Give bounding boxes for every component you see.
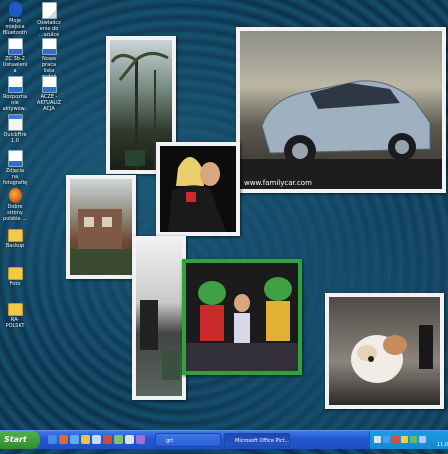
folder-icon-3-shortcut[interactable]: RA-POLSKT bbox=[2, 300, 28, 329]
quickfire-icon bbox=[7, 114, 23, 131]
photo-car[interactable]: www.familycar.com bbox=[236, 27, 446, 193]
desktop-icon-label: Oświadczenie do ...szulce bbox=[37, 20, 61, 38]
quicklaunch-firefox-icon[interactable] bbox=[59, 435, 68, 444]
quicklaunch-app4-icon[interactable] bbox=[136, 435, 145, 444]
doc-icon-3 bbox=[41, 38, 57, 55]
desktop-icon-label: Zdjęcia na fotografię bbox=[2, 168, 28, 186]
taskbar: Start grt Microsoft Office Pict... 11:03 bbox=[0, 430, 448, 449]
desktop-icon-label: RA-POLSKT bbox=[5, 317, 25, 329]
quicklaunch-mail-icon[interactable] bbox=[92, 435, 101, 444]
quicklaunch-desktop-icon[interactable] bbox=[70, 435, 79, 444]
task-label-picture-manager: Microsoft Office Pict... bbox=[235, 438, 290, 444]
doc-icon-1-shortcut[interactable]: Oświadczenie do ...szulce bbox=[36, 2, 62, 38]
quicklaunch-app-icon[interactable] bbox=[103, 435, 112, 444]
house-scene bbox=[70, 209, 132, 275]
desktop-icon-label: QuickFire 1.0 bbox=[3, 132, 27, 144]
desktop-icon-label: ZC 3b-2 Ustawienia bbox=[2, 56, 28, 74]
photo-couple[interactable] bbox=[156, 142, 240, 236]
tray-icon-4[interactable] bbox=[401, 436, 408, 443]
couple-scene bbox=[168, 157, 226, 232]
folder-icon-2 bbox=[7, 267, 23, 280]
bluetooth-places-shortcut[interactable]: Moje miejsca Bluetooth bbox=[2, 2, 28, 36]
folder-icon-2-shortcut[interactable]: Foto bbox=[2, 264, 28, 287]
photo-house[interactable] bbox=[66, 175, 136, 279]
doc-icon-2-shortcut[interactable]: ZC 3b-2 Ustawienia bbox=[2, 38, 28, 74]
task-label-folder: grt bbox=[166, 438, 174, 444]
doc-icon-5 bbox=[41, 76, 57, 93]
clock[interactable]: 11:03 bbox=[437, 436, 448, 448]
firefox-icon bbox=[8, 188, 22, 203]
tray-icon-1[interactable] bbox=[374, 436, 381, 443]
quicklaunch-media-icon[interactable] bbox=[81, 435, 90, 444]
desktop-icon-label: Dobre strony polskie ... bbox=[3, 204, 27, 222]
tray-icon-5[interactable] bbox=[410, 436, 417, 443]
car-caption: www.familycar.com bbox=[244, 179, 312, 187]
folder-icon-3 bbox=[7, 303, 23, 316]
word-shortcut[interactable]: Zdjęcia na fotografię bbox=[2, 150, 28, 186]
quicklaunch-ie-icon[interactable] bbox=[48, 435, 57, 444]
photo-street[interactable] bbox=[132, 236, 186, 400]
quicklaunch-app3-icon[interactable] bbox=[125, 435, 134, 444]
street-scene bbox=[140, 300, 180, 380]
word-icon bbox=[7, 150, 23, 167]
bluetooth-places-icon bbox=[8, 2, 22, 17]
quickfire-shortcut[interactable]: QuickFire 1.0 bbox=[2, 114, 28, 144]
task-button-picture-manager[interactable]: Microsoft Office Pict... bbox=[224, 433, 290, 447]
desktop-icon-label: Backup bbox=[5, 243, 25, 249]
doc-icon-1 bbox=[41, 2, 57, 19]
desktop-icon-label: Foto bbox=[9, 281, 21, 287]
firefox-shortcut[interactable]: Dobre strony polskie ... bbox=[2, 188, 28, 222]
doc-icon-5-shortcut[interactable]: ACZE - AKTUALIZACJA bbox=[36, 76, 62, 112]
tray-icon-2[interactable] bbox=[383, 436, 390, 443]
car-scene bbox=[240, 80, 442, 189]
desktop: Moje miejsca Bluetooth Oświadczenie do ..… bbox=[0, 0, 448, 430]
tray-icon-3[interactable] bbox=[392, 436, 399, 443]
folder-icon-1-shortcut[interactable]: Backup bbox=[2, 226, 28, 249]
dog-scene bbox=[351, 325, 433, 383]
doc-icon-4 bbox=[7, 76, 23, 93]
tray-icon-6[interactable] bbox=[419, 436, 426, 443]
desktop-icon-label: ACZE - AKTUALIZACJA bbox=[36, 94, 62, 112]
start-label: Start bbox=[4, 435, 27, 444]
doc-icon-4-shortcut[interactable]: Rozpoznanie aktywów... bbox=[2, 76, 28, 118]
folder-icon-1 bbox=[7, 229, 23, 242]
task-button-folder[interactable]: grt bbox=[155, 433, 221, 447]
doc-icon-2 bbox=[7, 38, 23, 55]
costumes-scene bbox=[186, 277, 298, 371]
quicklaunch-app2-icon[interactable] bbox=[114, 435, 123, 444]
desktop-icon-label: Moje miejsca Bluetooth bbox=[2, 18, 28, 36]
photo-dog[interactable] bbox=[325, 293, 444, 409]
start-button[interactable]: Start bbox=[0, 431, 40, 449]
photo-costumes[interactable] bbox=[182, 259, 302, 375]
system-tray: 11:03 bbox=[369, 431, 448, 449]
